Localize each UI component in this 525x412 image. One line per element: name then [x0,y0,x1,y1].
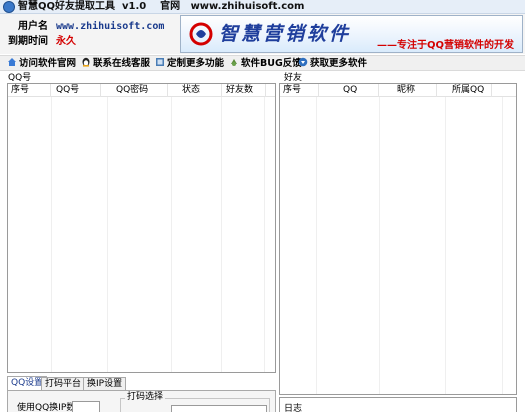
contact-support-label: 联系在线客服 [93,58,151,69]
ip-switch-count-input[interactable] [72,401,100,412]
column-divider [171,97,172,372]
column-divider [502,97,503,394]
expire-row: 到期时间 永久 [8,35,76,49]
friend-col-qq[interactable]: QQ [343,84,379,97]
download-icon [298,57,308,67]
bug-feedback-label: 软件BUG反馈 [241,58,302,69]
user-row: 用户名 www.zhihuisoft.com [8,20,164,34]
visit-website-label: 访问软件官网 [19,58,77,69]
captcha-groupbox: 打码选择 [120,392,270,412]
qq-table-header: 序号 QQ号 QQ密码 状态 好友数 [8,84,275,97]
brand-banner: 智慧营销软件 ——专注于QQ营销软件的开发 [180,15,523,53]
user-label: 用户名 [18,21,48,32]
output-label: 日志 [284,404,303,412]
visit-website-button[interactable]: 访问软件官网 [7,56,76,71]
output-box [279,397,517,412]
column-divider [264,97,265,372]
bug-feedback-button[interactable]: 软件BUG反馈 [229,56,302,71]
qq-col-status[interactable]: 状态 [182,84,222,97]
column-divider [445,97,446,394]
toolbar: 访问软件官网 联系在线客服 定制更多功能 软件BUG反馈 获取更多软件 [0,55,525,71]
settings-tab-panel: 使用QQ换IP数 打码选择 [7,390,276,412]
ip-switch-label: 使用QQ换IP数 [17,403,76,412]
tab-ip-settings[interactable]: 换IP设置 [83,377,127,391]
customize-icon [156,58,164,66]
friend-col-index[interactable]: 序号 [283,84,319,97]
column-divider [379,97,380,394]
qq-panel-label: QQ号 [8,73,32,83]
more-software-label: 获取更多软件 [310,58,368,69]
column-divider [316,97,317,394]
customize-features-label: 定制更多功能 [167,58,225,69]
qq-penguin-icon [82,57,90,67]
friend-col-nickname[interactable]: 昵称 [397,84,437,97]
title-bar: 智慧QQ好友提取工具 v1.0 官网 www.zhihuisoft.com [0,0,525,14]
friend-table[interactable]: 序号 QQ 昵称 所属QQ [279,83,517,395]
customize-features-button[interactable]: 定制更多功能 [155,56,224,71]
friend-panel-label: 好友 [284,73,303,83]
captcha-select-label: 打码选择 [125,392,166,403]
brand-logo-icon [189,22,213,46]
bug-icon [231,59,237,66]
qq-col-qq[interactable]: QQ号 [56,84,101,97]
window-title: 智慧QQ好友提取工具 v1.0 官网 www.zhihuisoft.com [18,1,305,12]
friend-table-header: 序号 QQ 昵称 所属QQ [280,84,516,97]
qq-col-password[interactable]: QQ密码 [116,84,168,97]
app-icon [3,1,15,13]
column-divider [107,97,108,372]
tab-captcha-platform[interactable]: 打码平台 [41,377,86,391]
qq-col-friend-count[interactable]: 好友数 [226,84,266,97]
banner-slogan: ——专注于QQ营销软件的开发 [376,40,514,51]
friend-col-owner-qq[interactable]: 所属QQ [452,84,492,97]
banner-title: 智慧营销软件 [219,23,352,45]
user-value: www.zhihuisoft.com [56,21,165,32]
more-software-button[interactable]: 获取更多软件 [298,56,367,71]
captcha-select-dropdown[interactable] [171,405,267,412]
expire-value: 永久 [56,36,76,47]
home-icon [8,58,16,66]
contact-support-button[interactable]: 联系在线客服 [81,56,150,71]
qq-col-index[interactable]: 序号 [11,84,51,97]
qq-account-table[interactable]: 序号 QQ号 QQ密码 状态 好友数 [7,83,276,373]
column-divider [51,97,52,372]
column-divider [221,97,222,372]
expire-label: 到期时间 [8,36,48,47]
